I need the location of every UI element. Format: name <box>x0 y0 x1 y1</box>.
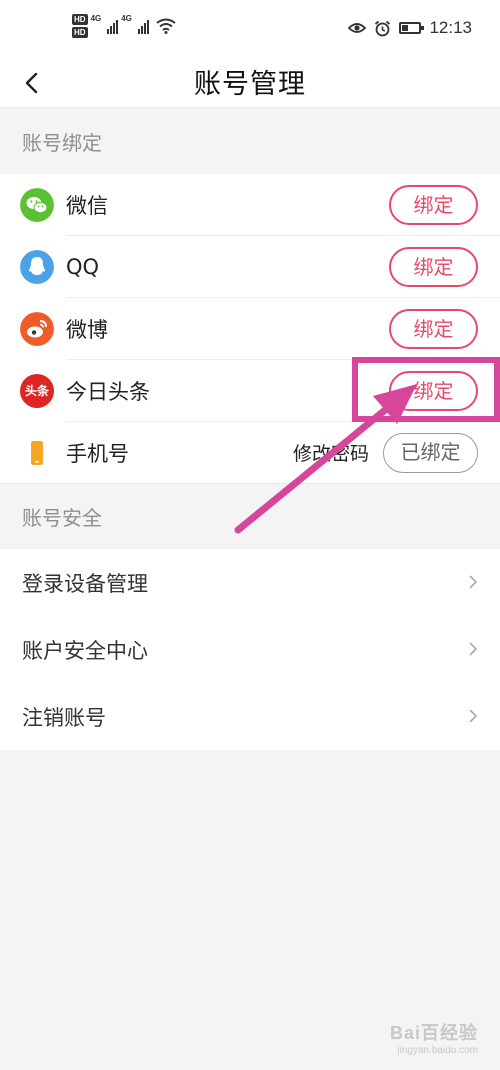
battery-icon <box>399 22 425 34</box>
menu-item-device-management[interactable]: 登录设备管理 <box>0 549 500 616</box>
toutiao-logo-text: 头条 <box>24 383 49 398</box>
binding-row-qq: QQ 绑定 <box>0 236 500 297</box>
chevron-right-icon <box>469 709 478 723</box>
eye-comfort-icon <box>348 23 367 33</box>
wechat-icon <box>20 187 54 222</box>
bound-status-button[interactable]: 已绑定 <box>383 432 478 473</box>
network-type: 4G <box>121 14 132 23</box>
toutiao-icon: 头条 <box>20 373 54 408</box>
chevron-right-icon <box>469 575 478 589</box>
binding-row-phone: 手机号 修改密码 已绑定 <box>0 422 500 483</box>
menu-item-label: 登录设备管理 <box>22 571 148 596</box>
wifi-icon <box>156 18 176 34</box>
status-left: HD HD 4G 4G <box>72 14 176 38</box>
watermark: Bai百经验 jingyan.baidu.com <box>390 1019 478 1056</box>
section-title-binding: 账号绑定 <box>22 130 102 155</box>
clock: 12:13 <box>429 18 472 37</box>
page-title: 账号管理 <box>194 69 306 100</box>
account-name: 微博 <box>66 317 108 342</box>
account-name: QQ <box>66 254 100 279</box>
phone-icon <box>31 440 43 465</box>
binding-row-wechat: 微信 绑定 <box>0 174 500 235</box>
bind-button-toutiao[interactable]: 绑定 <box>389 370 478 411</box>
status-bar: HD HD 4G 4G 12:13 <box>0 0 500 58</box>
watermark-url: jingyan.baidu.com <box>397 1045 478 1056</box>
menu-item-delete-account[interactable]: 注销账号 <box>0 683 500 750</box>
account-name: 今日头条 <box>66 379 150 404</box>
binding-row-weibo: 微博 绑定 <box>0 298 500 359</box>
hd-badge: HD <box>72 14 88 25</box>
chevron-right-icon <box>469 642 478 656</box>
nav-bar: 账号管理 <box>0 58 500 108</box>
alarm-icon <box>375 20 391 36</box>
status-right: 12:13 <box>348 18 472 38</box>
change-password-link[interactable]: 修改密码 <box>293 439 369 466</box>
binding-list: 微信 绑定 QQ 绑定 微博 绑定 头条 今日头条 绑定 手机号 修改密码 已绑… <box>0 174 500 483</box>
network-type: 4G <box>90 14 102 23</box>
account-name: 微信 <box>66 193 108 218</box>
menu-item-label: 账户安全中心 <box>22 638 148 663</box>
signal-icon <box>107 18 119 34</box>
section-title-security: 账号安全 <box>0 483 500 549</box>
qq-icon <box>20 249 54 284</box>
menu-item-security-center[interactable]: 账户安全中心 <box>0 616 500 683</box>
weibo-icon <box>20 311 54 346</box>
binding-row-toutiao: 头条 今日头条 绑定 <box>0 360 500 421</box>
bind-button-weibo[interactable]: 绑定 <box>389 308 478 349</box>
account-name: 手机号 <box>66 441 129 466</box>
security-list: 登录设备管理 账户安全中心 注销账号 <box>0 549 500 750</box>
hd-badge: HD <box>72 27 88 38</box>
watermark-logo: Bai百经验 <box>389 1023 478 1043</box>
bind-button-qq[interactable]: 绑定 <box>389 246 478 287</box>
signal-icon <box>137 18 149 34</box>
bind-button-wechat[interactable]: 绑定 <box>389 184 478 225</box>
hd-badges: HD HD <box>72 14 88 38</box>
menu-item-label: 注销账号 <box>22 705 106 730</box>
